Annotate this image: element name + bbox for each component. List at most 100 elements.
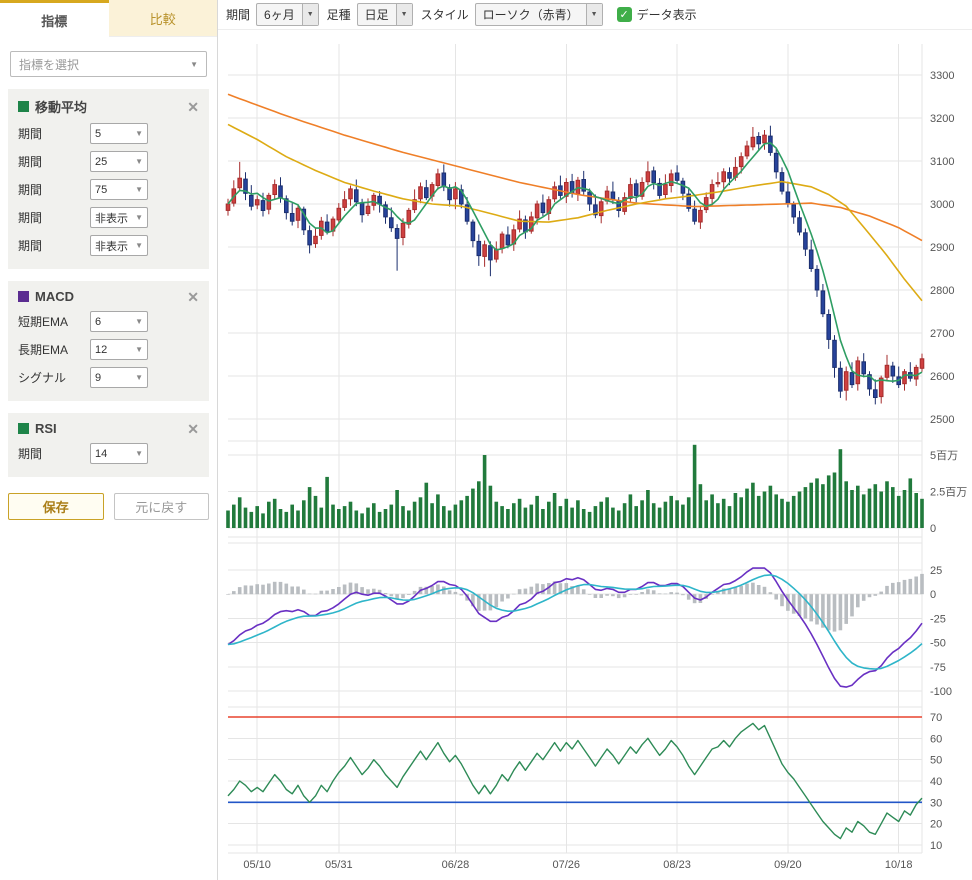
svg-text:-50: -50: [930, 638, 946, 650]
indicator-sidebar: 指標 比較 指標を選択 ▼ 移動平均 ✕ 期間 5▼ 期間 25▼ 期間 75▼…: [0, 0, 218, 880]
svg-text:3300: 3300: [930, 70, 954, 82]
select-value: 12: [95, 344, 107, 356]
purple-swatch-icon: [18, 291, 29, 302]
ma-period2-select[interactable]: 25 ▼: [90, 151, 148, 172]
green-swatch-icon: [18, 423, 29, 434]
close-icon[interactable]: ✕: [187, 290, 199, 304]
select-value: 14: [95, 448, 107, 460]
select-value: 6: [95, 316, 101, 328]
svg-text:50: 50: [930, 755, 942, 767]
chart-toolbar: 期間 6ヶ月 ▼ 足種 日足 ▼ スタイル ローソク（赤青） ▼ ✓ データ表示: [218, 0, 972, 30]
chevron-down-icon: ▼: [302, 4, 318, 25]
data-display-checkbox[interactable]: ✓: [617, 7, 632, 22]
ma-period3-select[interactable]: 75▼: [90, 179, 148, 200]
chevron-down-icon: ▼: [135, 185, 143, 194]
chevron-down-icon: ▼: [396, 4, 412, 25]
panel-title: MACD: [35, 289, 74, 304]
macd-signal-select[interactable]: 9▼: [90, 367, 148, 388]
svg-text:5百万: 5百万: [930, 450, 958, 462]
close-icon[interactable]: ✕: [187, 422, 199, 436]
panel-macd: MACD ✕ 短期EMA 6▼ 長期EMA 12▼ シグナル 9▼: [8, 281, 209, 401]
svg-text:25: 25: [930, 565, 942, 577]
chevron-down-icon: ▼: [135, 213, 143, 222]
svg-text:2500: 2500: [930, 414, 954, 426]
svg-text:0: 0: [930, 589, 936, 601]
chart-area[interactable]: 05/10 05/31 06/28 07/26 08/23 09/20 10/18 3300 3…: [218, 30, 972, 880]
chevron-down-icon: ▼: [135, 317, 143, 326]
svg-text:-75: -75: [930, 662, 946, 674]
svg-text:3000: 3000: [930, 199, 954, 211]
check-icon: ✓: [619, 8, 628, 21]
svg-text:30: 30: [930, 797, 942, 809]
macd-long-ema-select[interactable]: 12 ▼: [90, 339, 148, 360]
svg-text:70: 70: [930, 712, 942, 724]
ma-period5-select[interactable]: 非表示 ▼: [90, 235, 148, 256]
period-row-label: 期間: [18, 125, 90, 142]
select-value: 5: [95, 128, 101, 140]
style-select[interactable]: ローソク（赤青） ▼: [475, 3, 603, 26]
svg-text:3100: 3100: [930, 156, 954, 168]
save-button[interactable]: 保存: [8, 493, 104, 520]
svg-text:10/18: 10/18: [885, 859, 913, 871]
panel-title: RSI: [35, 421, 57, 436]
select-value: 25: [95, 156, 107, 168]
style-label: スタイル: [421, 6, 469, 23]
svg-text:20: 20: [930, 819, 942, 831]
svg-text:05/10: 05/10: [243, 859, 271, 871]
chevron-down-icon: ▼: [135, 129, 143, 138]
short-ema-label: 短期EMA: [18, 313, 90, 330]
chart-svg[interactable]: 05/10 05/31 06/28 07/26 08/23 09/20 10/18 3300 3…: [218, 30, 972, 880]
svg-text:05/31: 05/31: [325, 859, 353, 871]
ma-period1-select[interactable]: 5▼: [90, 123, 148, 144]
indicator-select[interactable]: 指標を選択 ▼: [10, 51, 207, 77]
reset-button[interactable]: 元に戻す: [114, 493, 210, 520]
bartype-value: 日足: [358, 4, 396, 25]
macd-short-ema-select[interactable]: 6▼: [90, 311, 148, 332]
svg-text:3200: 3200: [930, 113, 954, 125]
chevron-down-icon: ▼: [135, 345, 143, 354]
period-value: 6ヶ月: [257, 4, 302, 25]
chevron-down-icon: ▼: [135, 241, 143, 250]
svg-text:-25: -25: [930, 613, 946, 625]
style-value: ローソク（赤青）: [476, 4, 586, 25]
chevron-down-icon: ▼: [190, 60, 198, 69]
green-swatch-icon: [18, 101, 29, 112]
period-select[interactable]: 6ヶ月 ▼: [256, 3, 319, 26]
period-row-label: 期間: [18, 445, 90, 462]
svg-text:09/20: 09/20: [774, 859, 802, 871]
svg-text:07/26: 07/26: [552, 859, 580, 871]
svg-text:2800: 2800: [930, 285, 954, 297]
svg-text:2700: 2700: [930, 328, 954, 340]
svg-text:08/23: 08/23: [663, 859, 691, 871]
chevron-down-icon: ▼: [586, 4, 602, 25]
tab-indicators[interactable]: 指標: [0, 0, 109, 37]
period-row-label: 期間: [18, 237, 90, 254]
svg-text:2600: 2600: [930, 371, 954, 383]
data-display-label: データ表示: [637, 6, 697, 23]
period-row-label: 期間: [18, 181, 90, 198]
period-label: 期間: [226, 6, 250, 23]
chevron-down-icon: ▼: [135, 373, 143, 382]
svg-text:60: 60: [930, 733, 942, 745]
chevron-down-icon: ▼: [135, 157, 143, 166]
rsi-period-select[interactable]: 14 ▼: [90, 443, 148, 464]
ma-period4-select[interactable]: 非表示▼: [90, 207, 148, 228]
panel-title: 移動平均: [35, 97, 87, 116]
close-icon[interactable]: ✕: [187, 100, 199, 114]
signal-label: シグナル: [18, 369, 90, 386]
svg-text:2900: 2900: [930, 242, 954, 254]
svg-text:0: 0: [930, 523, 936, 535]
period-row-label: 期間: [18, 209, 90, 226]
bartype-select[interactable]: 日足 ▼: [357, 3, 413, 26]
chart-main: 期間 6ヶ月 ▼ 足種 日足 ▼ スタイル ローソク（赤青） ▼ ✓ データ表示…: [218, 0, 972, 880]
sidebar-tabs: 指標 比較: [0, 0, 217, 37]
select-value: 非表示: [95, 238, 128, 254]
tab-compare[interactable]: 比較: [109, 0, 218, 37]
svg-text:40: 40: [930, 776, 942, 788]
svg-text:06/28: 06/28: [442, 859, 470, 871]
long-ema-label: 長期EMA: [18, 341, 90, 358]
svg-text:2.5百万: 2.5百万: [930, 487, 967, 499]
svg-text:-100: -100: [930, 686, 952, 698]
bartype-label: 足種: [327, 6, 351, 23]
chevron-down-icon: ▼: [135, 449, 143, 458]
